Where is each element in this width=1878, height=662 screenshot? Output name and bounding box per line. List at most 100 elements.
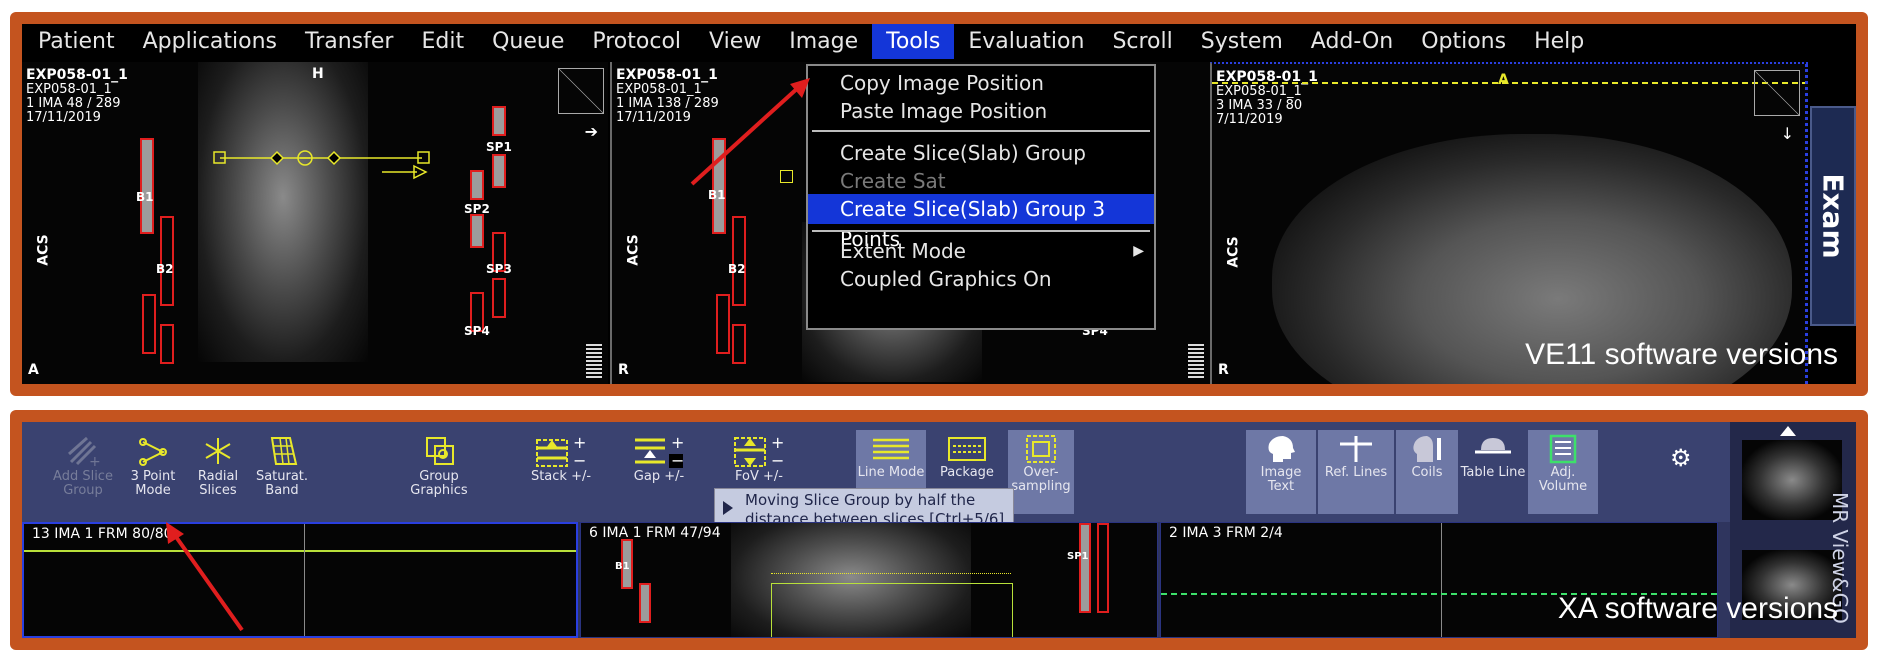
svg-text:+: + [573, 434, 586, 452]
adj-volume-button[interactable]: Adj. Volume [1528, 430, 1598, 514]
menu-create-slice-group-3-points[interactable]: Create Slice(Slab) Group 3 Points [808, 194, 1154, 251]
head-icon [1268, 436, 1295, 462]
study-date: 7/11/2019 [1216, 112, 1283, 127]
slice-label: B1 [615, 561, 630, 572]
slice-bar [160, 324, 174, 364]
package-button[interactable]: Package [934, 434, 1000, 480]
menu-extent-mode[interactable]: Extent Mode ▶ [808, 236, 1154, 266]
crosshair-line [304, 524, 305, 636]
menu-system[interactable]: System [1187, 24, 1297, 59]
menu-separator [812, 230, 1150, 232]
viewport-corner-icon[interactable] [558, 68, 604, 114]
group-graphics-button[interactable]: Group Graphics [402, 434, 476, 498]
xa-viewport-2[interactable]: 6 IMA 1 FRM 47/94 B1 SP1 [580, 522, 1158, 638]
menu-paste-image-position[interactable]: Paste Image Position [808, 96, 1154, 126]
menu-evaluation[interactable]: Evaluation [954, 24, 1098, 59]
slice-bar [492, 278, 506, 318]
play-icon [723, 501, 733, 515]
orientation-label: ACS [35, 234, 52, 266]
coils-button[interactable]: Coils [1396, 430, 1458, 514]
arrow-up-icon[interactable] [1780, 426, 1796, 436]
slice-bar [492, 106, 506, 136]
menu-scroll[interactable]: Scroll [1098, 24, 1186, 59]
thumbnail[interactable] [1742, 440, 1842, 520]
menu-add-on[interactable]: Add-On [1297, 24, 1407, 59]
menu-protocol[interactable]: Protocol [578, 24, 695, 59]
caption-xa: XA software versions [1557, 592, 1838, 625]
menu-edit[interactable]: Edit [407, 24, 478, 59]
gap-button[interactable]: + − Gap +/- [626, 434, 692, 484]
annotation-arrow [166, 522, 244, 632]
orientation-label: ACS [625, 234, 642, 266]
viewport-3[interactable]: EXP058-01_1 EXP058-01_1 3 IMA 33 / 80 7/… [1210, 62, 1808, 384]
viewport-corner-icon[interactable] [1754, 70, 1800, 116]
gear-icon[interactable]: ⚙ [1670, 444, 1692, 472]
slice-bar [732, 324, 746, 364]
xa-panel: + Add Slice Group 3 Point Mode Radial Sl… [10, 410, 1868, 650]
tool-label: Table Line [1460, 465, 1526, 480]
svg-text:+: + [671, 434, 684, 452]
viewport-1[interactable]: EXP058-01_1 EXP058-01_1 1 IMA 48 / 289 1… [22, 62, 608, 384]
caption-ve11: VE11 software versions [1525, 338, 1838, 371]
slice-label: SP3 [486, 262, 512, 276]
slice-bar [716, 294, 730, 354]
slice-bar [1097, 523, 1109, 613]
tool-label: FoV +/- [735, 469, 783, 484]
menu-tools[interactable]: Tools [872, 24, 955, 59]
tool-label: Ref. Lines [1324, 465, 1388, 480]
table-line-button[interactable]: Table Line [1460, 434, 1526, 480]
group-graphics-icon [426, 437, 454, 465]
ref-lines-icon [1340, 436, 1372, 462]
menu-coupled-graphics[interactable]: Coupled Graphics On [808, 264, 1154, 294]
add-slice-group-button[interactable]: + Add Slice Group [50, 434, 116, 498]
ve11-screen: Patient Applications Transfer Edit Queue… [22, 24, 1856, 384]
slice-group-graphic[interactable] [212, 142, 452, 202]
xa-viewport-1[interactable]: 13 IMA 1 FRM 80/80 [22, 522, 578, 638]
slice-bar [142, 294, 156, 354]
menu-transfer[interactable]: Transfer [291, 24, 407, 59]
menu-patient[interactable]: Patient [24, 24, 129, 59]
tool-label: Image Text [1260, 465, 1302, 494]
ref-lines-button[interactable]: Ref. Lines [1318, 430, 1394, 514]
stack-button[interactable]: + − Stack +/- [526, 434, 596, 484]
image-text-button[interactable]: Image Text [1246, 430, 1316, 514]
slice-bar [140, 138, 154, 234]
slice-label: B1 [136, 190, 154, 204]
arrow-right-icon: ➔ [584, 122, 598, 141]
adj-volume-icon [1549, 434, 1577, 464]
menu-separator [812, 130, 1150, 132]
menu-create-slice-group[interactable]: Create Slice(Slab) Group [808, 138, 1154, 168]
add-slice-group-icon: + [68, 436, 101, 468]
tool-label: 3 Point Mode [130, 469, 176, 498]
oversampling-button[interactable]: Over-sampling [1008, 430, 1074, 514]
study-date: 17/11/2019 [26, 110, 101, 125]
image-index: 3 IMA 33 / 80 [1216, 98, 1303, 113]
exam-tab[interactable]: Exam [1810, 106, 1856, 326]
mri-image [198, 62, 368, 362]
menu-image[interactable]: Image [775, 24, 872, 59]
annotation-arrow [690, 78, 810, 186]
fov-button[interactable]: + − FoV +/- [726, 434, 792, 484]
orientation-label: ACS [1225, 236, 1242, 268]
menu-bar: Patient Applications Transfer Edit Queue… [22, 24, 1856, 59]
study-date: 17/11/2019 [616, 110, 691, 125]
slice-group-outline[interactable] [771, 583, 1013, 637]
svg-text:−: − [771, 451, 784, 468]
saturation-band-button[interactable]: Saturat. Band [252, 434, 312, 498]
menu-queue[interactable]: Queue [478, 24, 578, 59]
svg-text:+: + [771, 434, 784, 452]
menu-copy-image-position[interactable]: Copy Image Position [808, 68, 1154, 98]
slice-label: SP4 [464, 324, 490, 338]
slice-bar [1079, 523, 1091, 613]
ruler-icon [1188, 344, 1204, 378]
menu-help[interactable]: Help [1520, 24, 1598, 59]
viewport-info: EXP058-01_1 EXP058-01_1 1 IMA 48 / 289 1… [26, 68, 128, 125]
3-point-mode-button[interactable]: 3 Point Mode [122, 434, 184, 498]
menu-create-sat: Create Sat [840, 169, 946, 193]
menu-options[interactable]: Options [1407, 24, 1520, 59]
reference-line [1212, 82, 1808, 84]
menu-applications[interactable]: Applications [129, 24, 291, 59]
radial-slices-button[interactable]: Radial Slices [190, 434, 246, 498]
fov-icon: +− [734, 434, 784, 468]
menu-view[interactable]: View [695, 24, 775, 59]
